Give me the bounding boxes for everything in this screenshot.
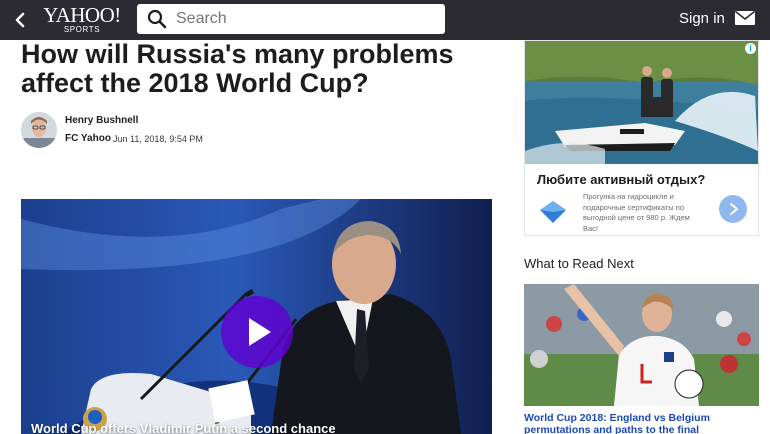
read-next-heading: What to Read Next [524, 256, 634, 271]
logo-main-text: YAHOO! [43, 3, 121, 27]
read-next-image[interactable] [524, 284, 759, 406]
avatar-photo [21, 112, 57, 148]
video-caption: World Cup offers Vladimir Putin a second… [31, 421, 336, 434]
chevron-left-icon [15, 12, 25, 28]
play-button[interactable] [221, 296, 293, 368]
yahoo-sports-logo[interactable]: YAHOO! SPORTS [41, 3, 123, 35]
ad-cta-button[interactable] [719, 195, 747, 223]
article-title: How will Russia's many problems affect t… [21, 39, 454, 98]
play-icon [249, 318, 271, 346]
ad-image: i [525, 41, 758, 164]
top-bar: YAHOO! SPORTS Sign in [0, 0, 770, 40]
back-button[interactable] [12, 9, 30, 31]
search-box[interactable] [137, 4, 445, 34]
ad-logo-icon [540, 201, 566, 223]
search-icon [147, 9, 167, 29]
search-input[interactable] [176, 10, 426, 28]
mail-icon[interactable] [735, 10, 755, 26]
chevron-right-icon [730, 203, 738, 215]
article-source[interactable]: FC Yahoo [65, 133, 111, 144]
ad-title[interactable]: Любите активный отдых? [537, 172, 705, 187]
adchoices-icon[interactable]: i [745, 43, 756, 54]
sponsored-ad[interactable]: i Любите активный отдых? Прогулка на гид… [524, 40, 759, 236]
video-player[interactable]: World Cup offers Vladimir Putin a second… [21, 199, 492, 434]
sign-in-link[interactable]: Sign in [679, 10, 725, 27]
author-name[interactable]: Henry Bushnell [65, 115, 138, 126]
article-date: Jun 11, 2018, 9:54 PM [113, 134, 203, 144]
author-avatar[interactable] [21, 112, 57, 148]
read-next-title[interactable]: World Cup 2018: England vs Belgium permu… [524, 412, 759, 434]
ad-description: Прогулка на гидроцикле и подарочные серт… [583, 192, 690, 233]
